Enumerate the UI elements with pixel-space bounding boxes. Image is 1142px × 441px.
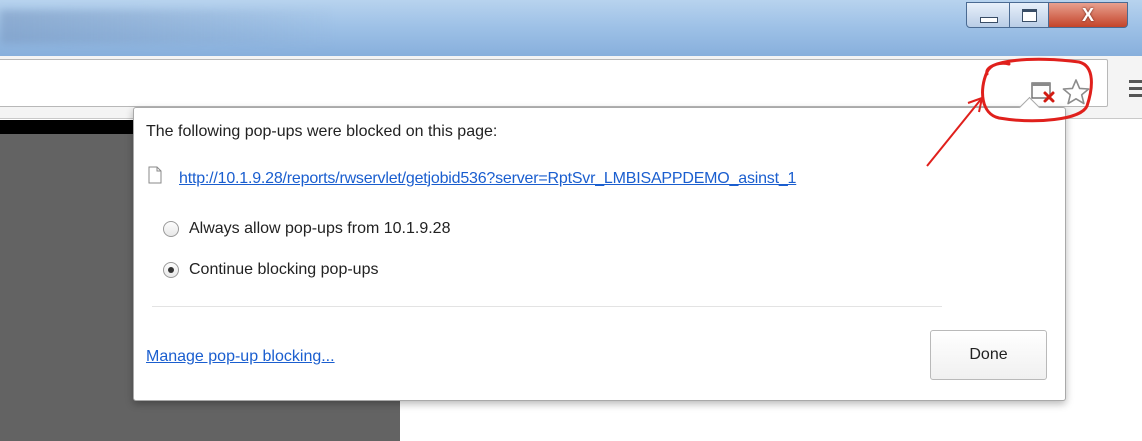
close-icon: X [1081, 5, 1094, 25]
radio-option-continue-blocking[interactable]: Continue blocking pop-ups [163, 259, 378, 281]
menu-icon-bar [1129, 80, 1142, 83]
manage-popup-blocking-link[interactable]: Manage pop-up blocking... [146, 348, 335, 366]
done-button[interactable]: Done [930, 330, 1047, 380]
minimize-button[interactable] [966, 2, 1010, 28]
radio-button-always-allow[interactable] [163, 221, 179, 237]
menu-icon-bar [1129, 94, 1142, 97]
menu-icon-bar [1129, 87, 1142, 90]
bubble-title: The following pop-ups were blocked on th… [146, 123, 498, 140]
maximize-icon [1022, 9, 1037, 22]
close-window-button[interactable]: X [1048, 2, 1128, 28]
radio-option-always-allow[interactable]: Always allow pop-ups from 10.1.9.28 [163, 218, 450, 240]
window-title-blurred [0, 10, 330, 44]
document-icon [148, 166, 162, 184]
red-annotation-arrow [926, 97, 983, 167]
maximize-button[interactable] [1009, 2, 1049, 28]
menu-icon[interactable] [1129, 80, 1142, 102]
window-titlebar: X [0, 0, 1142, 56]
divider [152, 306, 942, 307]
radio-label-continue-blocking: Continue blocking pop-ups [189, 261, 379, 278]
blocked-popup-link[interactable]: http://10.1.9.28/reports/rwservlet/getjo… [179, 170, 796, 188]
minimize-icon [980, 17, 998, 23]
radio-label-always-allow: Always allow pop-ups from 10.1.9.28 [189, 220, 451, 237]
radio-button-continue-blocking[interactable] [163, 262, 179, 278]
